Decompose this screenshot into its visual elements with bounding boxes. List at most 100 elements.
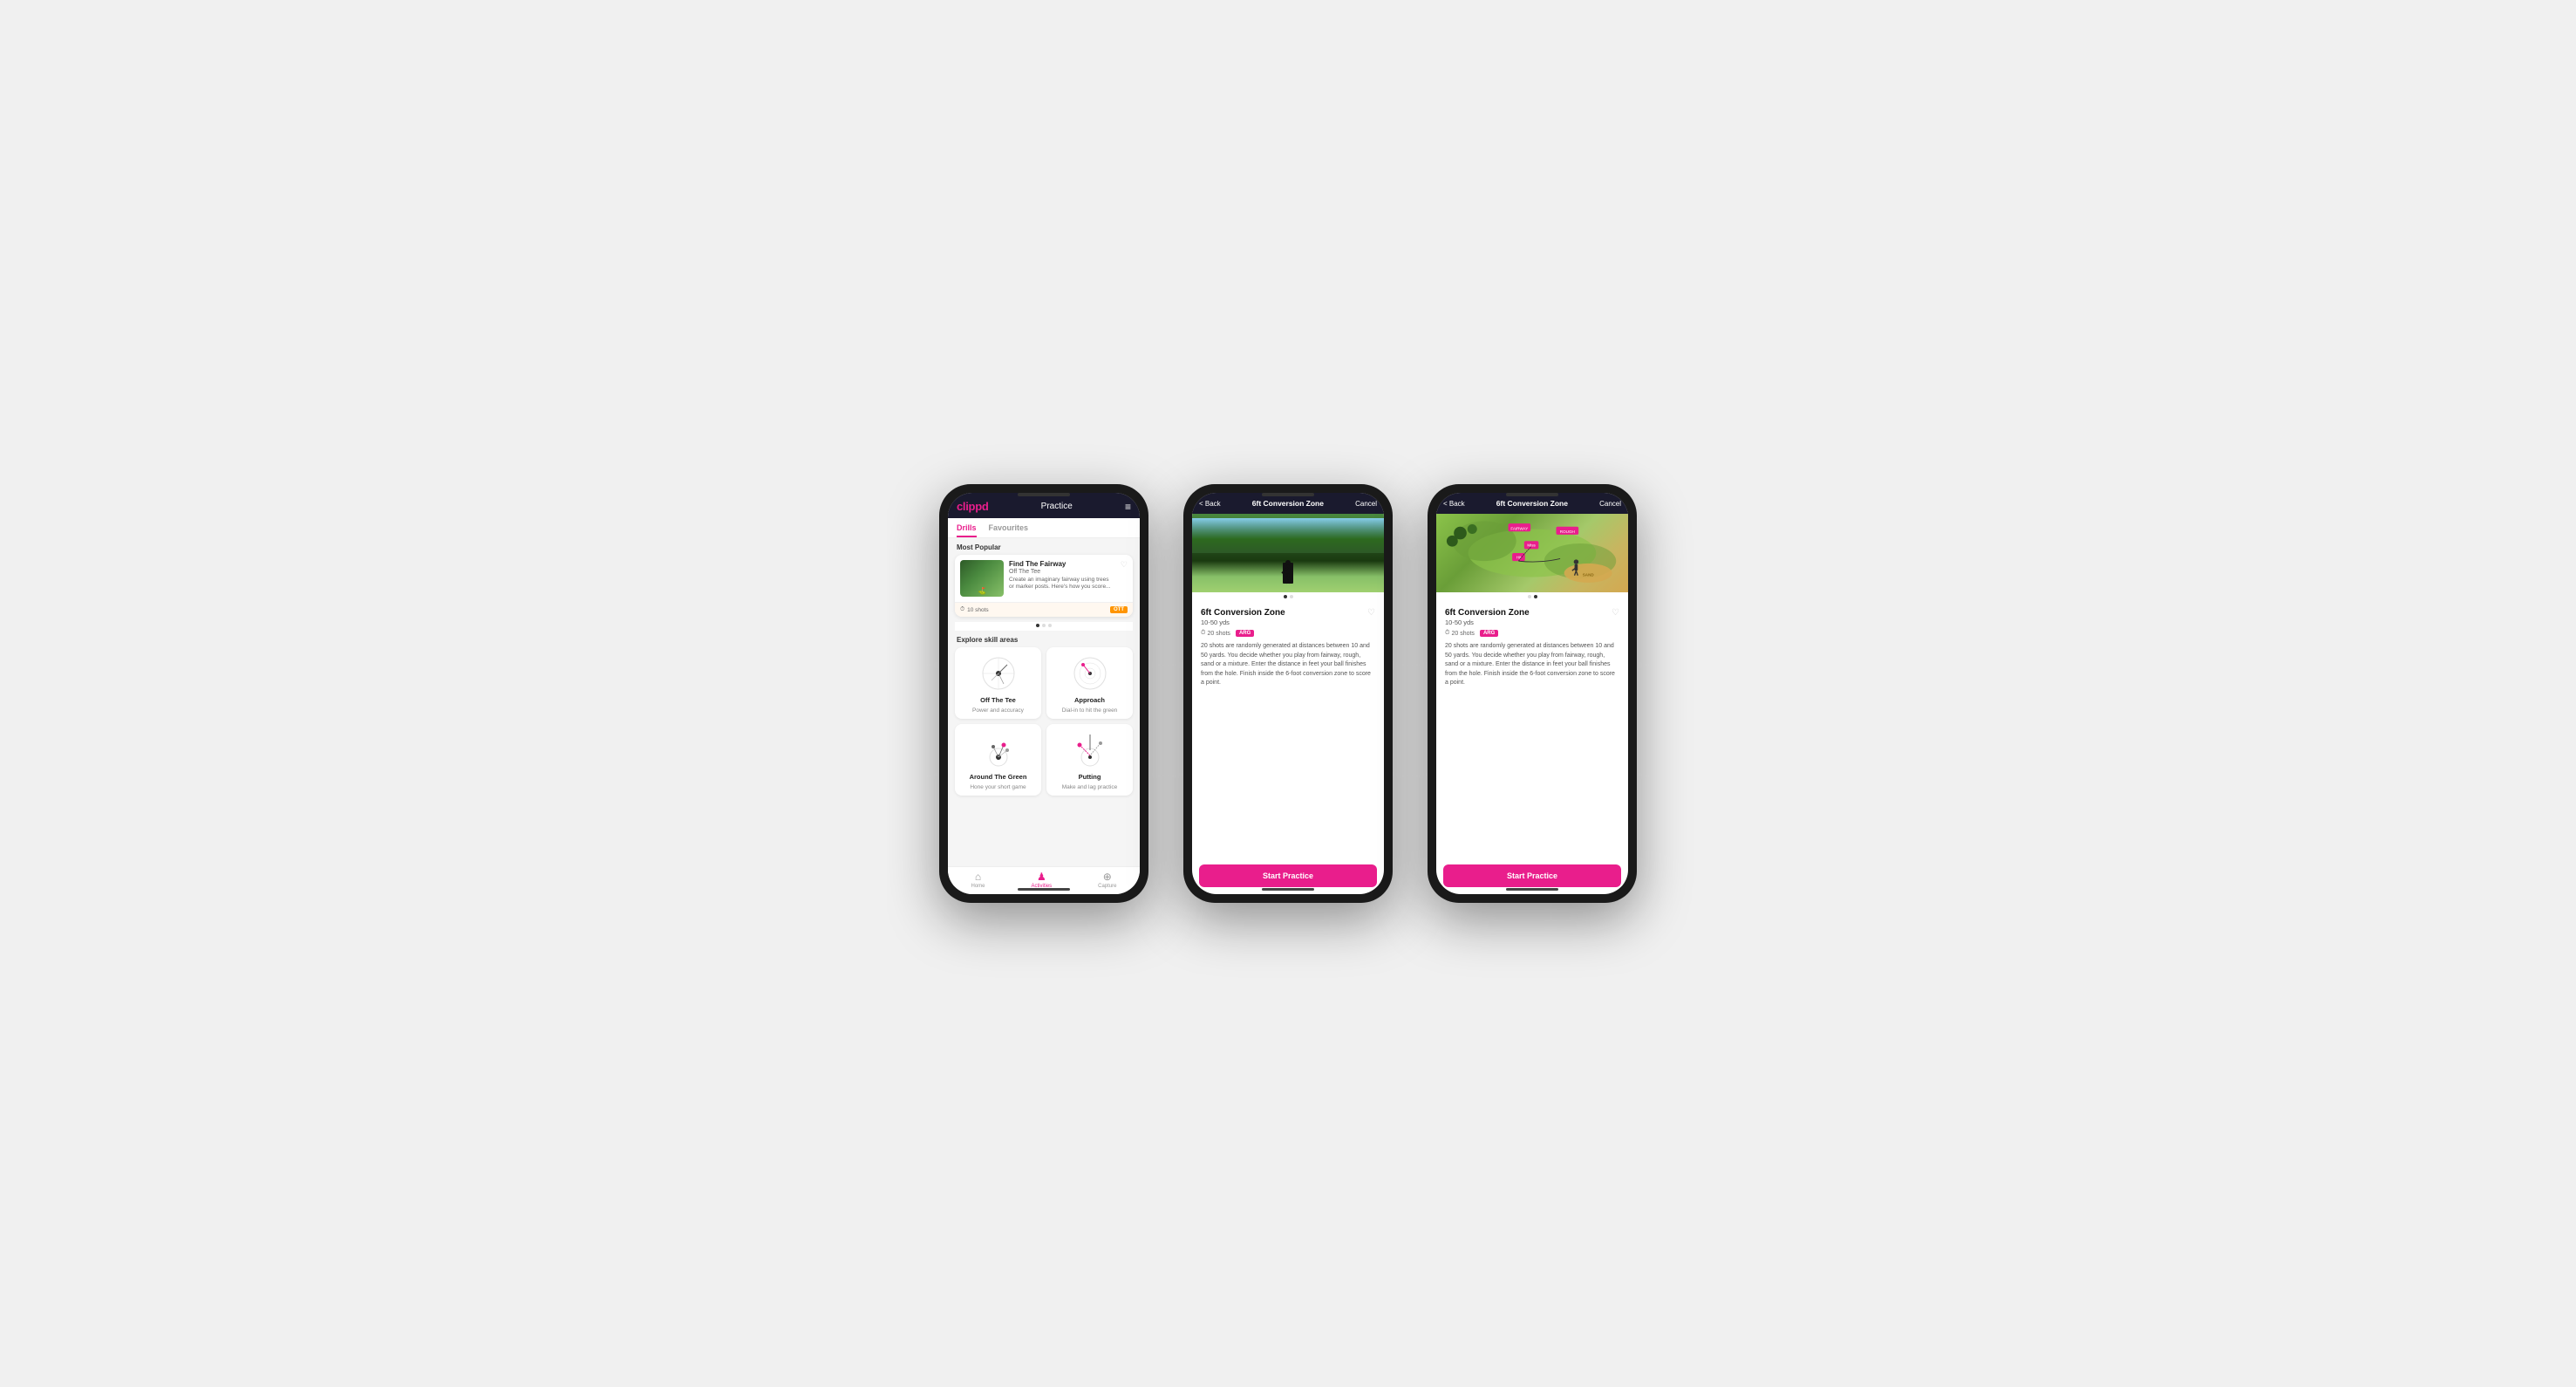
skill-card-ott[interactable]: Off The Tee Power and accuracy [955, 647, 1041, 719]
nav-home[interactable]: ⌂ Home [971, 871, 985, 889]
dot-2 [1042, 624, 1046, 627]
svg-text:FAIRWAY: FAIRWAY [1510, 526, 1528, 530]
phone-2: < Back 6ft Conversion Zone Cancel [1183, 484, 1393, 903]
menu-icon[interactable]: ≡ [1125, 501, 1131, 513]
featured-content: Find The Fairway Off The Tee Create an i… [1009, 560, 1115, 591]
approach-desc: Dial-in to hit the green [1062, 707, 1118, 714]
nav-activities[interactable]: ♟ Activities [1031, 871, 1052, 889]
detail-dot-1 [1284, 595, 1287, 598]
drill-info: 6ft Conversion Zone 10-50 yds [1201, 608, 1285, 630]
featured-shots: ⏱ 10 shots [960, 606, 989, 613]
practice-body: Most Popular Find The Fairway Off The Te… [948, 538, 1140, 866]
detail-title-2: 6ft Conversion Zone [1252, 499, 1324, 508]
tab-drills[interactable]: Drills [957, 518, 977, 537]
skill-areas-grid: Off The Tee Power and accuracy Approach … [948, 647, 1140, 803]
arg-badge-2: ARG [1236, 630, 1254, 637]
atg-icon [979, 731, 1018, 769]
svg-text:Miss: Miss [1527, 543, 1536, 548]
featured-footer: ⏱ 10 shots OTT [955, 602, 1133, 617]
clock-icon: ⏱ [960, 606, 964, 613]
featured-description: Create an imaginary fairway using trees … [1009, 577, 1115, 591]
featured-drill-name: Find The Fairway [1009, 560, 1115, 569]
drill-meta-2: ⏱ 20 shots ARG [1201, 630, 1375, 637]
fav-icon-3[interactable]: ♡ [1612, 608, 1619, 618]
ott-badge: OTT [1110, 606, 1128, 613]
golf-map-svg: SAND FAIRWAY ROUGH Hit Miss [1436, 514, 1628, 592]
featured-thumbnail [960, 560, 1004, 597]
drill-info-3: 6ft Conversion Zone 10-50 yds [1445, 608, 1530, 630]
fav-icon-2[interactable]: ♡ [1367, 608, 1375, 618]
shots-3: ⏱ 20 shots [1445, 630, 1475, 637]
ott-name: Off The Tee [980, 696, 1016, 704]
clock-icon-2: ⏱ [1201, 630, 1205, 637]
dot-3 [1048, 624, 1052, 627]
bottom-nav: ⌂ Home ♟ Activities ⊕ Capture [948, 866, 1140, 894]
app-logo: clippd [957, 500, 988, 513]
shots-2: ⏱ 20 shots [1201, 630, 1230, 637]
svg-text:ROUGH: ROUGH [1560, 530, 1575, 534]
drill-range-2: 10-50 yds [1201, 618, 1285, 626]
home-icon: ⌂ [975, 871, 981, 883]
detail-dot-2 [1290, 595, 1293, 598]
clock-icon-3: ⏱ [1445, 630, 1449, 637]
cancel-button-2[interactable]: Cancel [1355, 500, 1377, 508]
capture-icon: ⊕ [1103, 871, 1112, 883]
putting-desc: Make and lag practice [1062, 784, 1118, 790]
start-practice-button-2[interactable]: Start Practice [1199, 864, 1377, 887]
golf-map: SAND FAIRWAY ROUGH Hit Miss [1436, 514, 1628, 592]
featured-favourite-icon[interactable]: ♡ [1121, 560, 1128, 570]
nav-capture[interactable]: ⊕ Capture [1098, 871, 1116, 889]
featured-drill-card[interactable]: Find The Fairway Off The Tee Create an i… [955, 555, 1133, 617]
golf-photo [1192, 514, 1384, 592]
detail-dots-3 [1436, 592, 1628, 601]
start-practice-button-3[interactable]: Start Practice [1443, 864, 1621, 887]
trees-background [1192, 518, 1384, 553]
drill-description-3: 20 shots are randomly generated at dista… [1445, 642, 1619, 688]
app-header: clippd Practice ≡ [948, 493, 1140, 518]
detail-dot-3-2 [1534, 595, 1537, 598]
tab-favourites[interactable]: Favourites [989, 518, 1029, 537]
detail-header-2: < Back 6ft Conversion Zone Cancel [1192, 493, 1384, 514]
ott-icon [979, 654, 1018, 693]
header-title: Practice [1041, 502, 1073, 511]
ott-desc: Power and accuracy [972, 707, 1024, 714]
detail-body-3: 6ft Conversion Zone 10-50 yds ♡ ⏱ 20 sho… [1436, 601, 1628, 857]
drill-range-3: 10-50 yds [1445, 618, 1530, 626]
featured-card-inner: Find The Fairway Off The Tee Create an i… [955, 555, 1133, 602]
drill-title-3: 6ft Conversion Zone [1445, 608, 1530, 618]
detail-title-3: 6ft Conversion Zone [1496, 499, 1568, 508]
skill-card-atg[interactable]: Around The Green Hone your short game [955, 724, 1041, 796]
approach-icon [1071, 654, 1109, 693]
phone-2-screen: < Back 6ft Conversion Zone Cancel [1192, 493, 1384, 894]
svg-text:SAND: SAND [1583, 573, 1595, 577]
phone-1-screen: clippd Practice ≡ Drills Favourites Most… [948, 493, 1140, 894]
detail-header-3: < Back 6ft Conversion Zone Cancel [1436, 493, 1628, 514]
cancel-button-3[interactable]: Cancel [1599, 500, 1621, 508]
dot-1 [1036, 624, 1039, 627]
home-label: Home [971, 884, 985, 889]
atg-desc: Hone your short game [970, 784, 1026, 790]
activities-label: Activities [1031, 884, 1052, 889]
capture-label: Capture [1098, 884, 1116, 889]
drill-title-2: 6ft Conversion Zone [1201, 608, 1285, 618]
carousel-dots [955, 622, 1133, 631]
most-popular-label: Most Popular [948, 538, 1140, 555]
putting-name: Putting [1079, 773, 1101, 781]
drill-meta-3: ⏱ 20 shots ARG [1445, 630, 1619, 637]
skill-card-approach[interactable]: Approach Dial-in to hit the green [1046, 647, 1133, 719]
detail-dot-3-1 [1528, 595, 1531, 598]
featured-category: Off The Tee [1009, 569, 1115, 575]
tab-bar: Drills Favourites [948, 518, 1140, 538]
atg-name: Around The Green [970, 773, 1027, 781]
phone-3: < Back 6ft Conversion Zone Cancel SAND [1428, 484, 1637, 903]
back-button-3[interactable]: < Back [1443, 500, 1465, 508]
arg-badge-3: ARG [1480, 630, 1498, 637]
approach-name: Approach [1074, 696, 1105, 704]
putting-icon [1071, 731, 1109, 769]
explore-label: Explore skill areas [948, 631, 1140, 647]
detail-dots-2 [1192, 592, 1384, 601]
back-button-2[interactable]: < Back [1199, 500, 1221, 508]
detail-body-2: 6ft Conversion Zone 10-50 yds ♡ ⏱ 20 sho… [1192, 601, 1384, 857]
phone-3-screen: < Back 6ft Conversion Zone Cancel SAND [1436, 493, 1628, 894]
skill-card-putting[interactable]: Putting Make and lag practice [1046, 724, 1133, 796]
